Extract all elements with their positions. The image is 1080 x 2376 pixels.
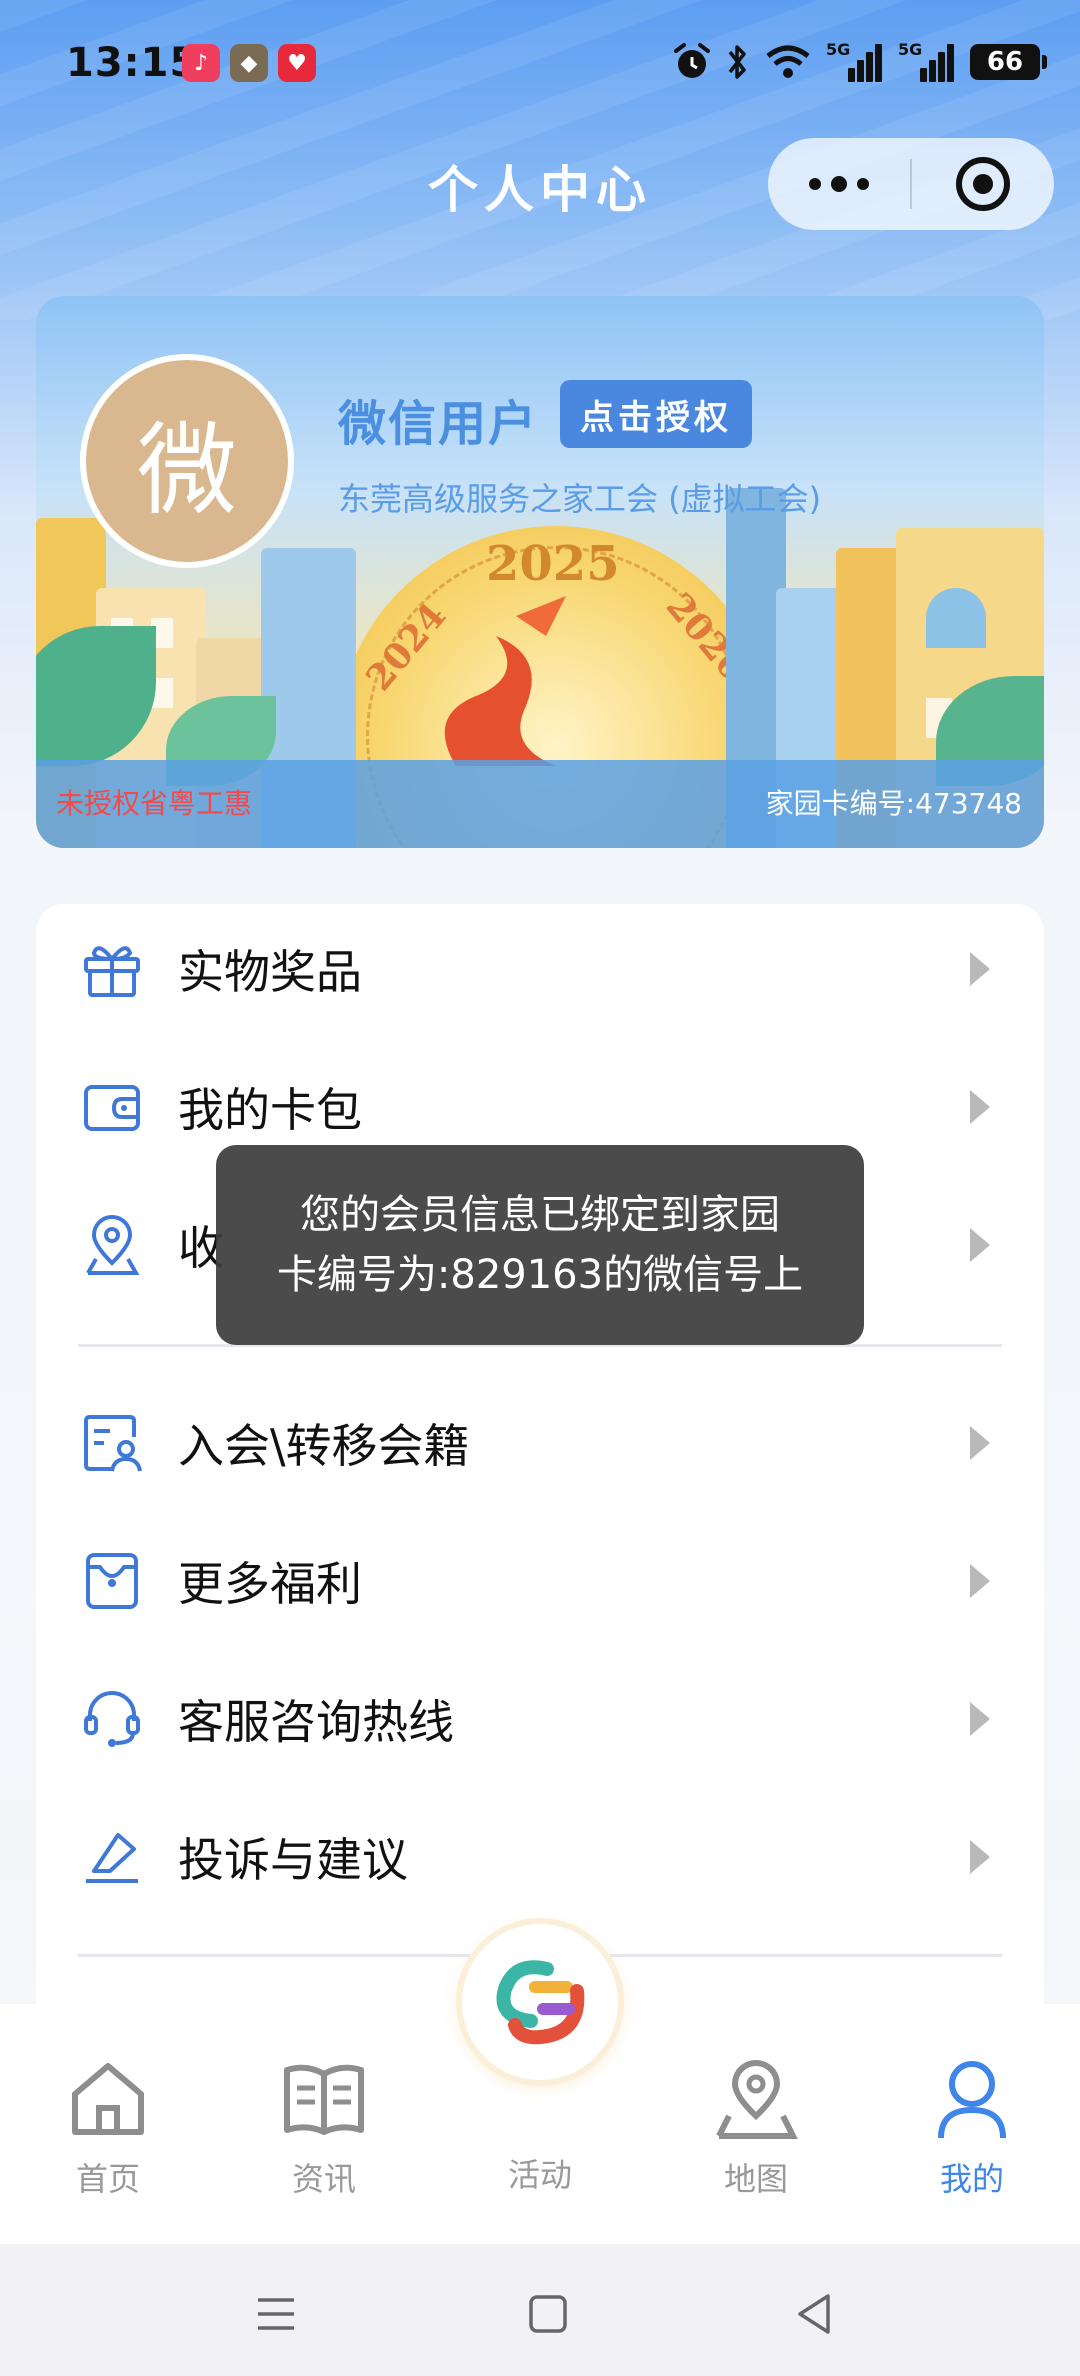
signal-icon-2: 5G	[898, 40, 956, 82]
notification-icons: ♪ ◆ ♥	[182, 44, 316, 82]
activity-center-button[interactable]	[462, 1924, 618, 2080]
gift-icon	[84, 946, 140, 997]
menu-item-label: 入会\转移会籍	[178, 1419, 470, 1473]
authorize-button[interactable]: 点击授权	[560, 380, 752, 448]
tab-label: 地图	[723, 2160, 788, 2198]
system-icons: 5G 5G 66	[672, 40, 1047, 84]
complaint-icon	[86, 1833, 138, 1883]
more-icon	[809, 178, 821, 190]
music-app-icon: ♪	[182, 44, 220, 82]
menu-item-label: 更多福利	[178, 1557, 362, 1611]
user-icon	[938, 2061, 1006, 2139]
map-pin-icon	[716, 2060, 798, 2139]
chevron-right-icon	[970, 1426, 990, 1460]
menu-item-label: 投诉与建议	[178, 1833, 408, 1887]
menu-item-welfare[interactable]: 更多福利	[36, 1516, 1044, 1646]
chevron-right-icon	[970, 952, 990, 986]
signal-icon-1: 5G	[826, 40, 884, 82]
mini-program-capsule	[768, 138, 1054, 230]
tab-label: 活动	[507, 2156, 572, 2194]
shopping-app-icon: ♥	[278, 44, 316, 82]
authorization-status[interactable]: 未授权省粤工惠	[56, 782, 252, 822]
system-navigation-bar	[0, 2244, 1080, 2376]
bluetooth-icon	[726, 40, 750, 84]
book-icon	[284, 2064, 364, 2135]
home-card-number: 家园卡编号:473748	[765, 787, 1022, 820]
toast-line-1: 您的会员信息已绑定到家园	[300, 1192, 780, 1238]
chevron-right-icon	[970, 1228, 990, 1262]
tab-mine[interactable]: 我的	[897, 2054, 1047, 2200]
tab-label: 资讯	[291, 2160, 356, 2198]
member-card-banner: 2025 2024 2026 未授权省粤工惠 家园卡编号:473748 微 微信…	[36, 296, 1044, 848]
tab-home[interactable]: 首页	[33, 2054, 183, 2200]
chevron-right-icon	[970, 1840, 990, 1874]
menu-item-prizes[interactable]: 实物奖品	[36, 904, 1044, 1034]
toast-line-2: 卡编号为:829163的微信号上	[276, 1252, 804, 1298]
membership-icon	[84, 1415, 142, 1472]
target-icon	[956, 157, 1010, 211]
headset-icon	[84, 1691, 140, 1747]
home-icon	[72, 2063, 144, 2135]
toast-message: 您的会员信息已绑定到家园 卡编号为:829163的微信号上	[216, 1145, 864, 1345]
menu-item-membership[interactable]: 入会\转移会籍	[36, 1378, 1044, 1508]
menu-item-complaint[interactable]: 投诉与建议	[36, 1792, 1044, 1922]
tab-label: 首页	[75, 2160, 140, 2198]
tab-label: 我的	[939, 2160, 1004, 2198]
tab-map[interactable]: 地图	[681, 2054, 831, 2200]
status-bar: 13:15 ♪ ◆ ♥ 5G 5G 66	[0, 0, 1080, 130]
welfare-icon	[86, 1553, 138, 1609]
menu-item-label: 我的卡包	[178, 1083, 362, 1137]
user-name: 微信用户	[338, 396, 539, 452]
status-time: 13:15	[66, 40, 199, 86]
banner-art-year: 2025	[486, 536, 620, 592]
location-icon	[86, 1215, 140, 1275]
menu-item-customer-service[interactable]: 客服咨询热线	[36, 1654, 1044, 1784]
chevron-right-icon	[970, 1702, 990, 1736]
close-mini-program-button[interactable]	[912, 138, 1054, 230]
chevron-right-icon	[970, 1090, 990, 1124]
tab-news[interactable]: 资讯	[249, 2054, 399, 2200]
chevron-right-icon	[970, 1564, 990, 1598]
alarm-icon	[672, 40, 712, 84]
more-options-button[interactable]	[768, 138, 910, 230]
banner-art-sculpture	[444, 596, 566, 766]
back-icon[interactable]	[784, 2284, 844, 2344]
union-name: 东莞高级服务之家工会 (虚拟工会)	[338, 480, 822, 518]
wallet-icon	[84, 1085, 140, 1131]
menu-icon[interactable]	[246, 2284, 306, 2344]
menu-item-label: 客服咨询热线	[178, 1695, 454, 1749]
avatar[interactable]: 微	[80, 354, 294, 568]
wifi-icon	[764, 40, 812, 84]
activity-logo-icon	[496, 1960, 585, 2045]
battery-indicator: 66	[970, 44, 1047, 80]
menu-item-label: 实物奖品	[178, 945, 362, 999]
game-app-icon: ◆	[230, 44, 268, 82]
home-button-icon[interactable]	[518, 2284, 578, 2344]
